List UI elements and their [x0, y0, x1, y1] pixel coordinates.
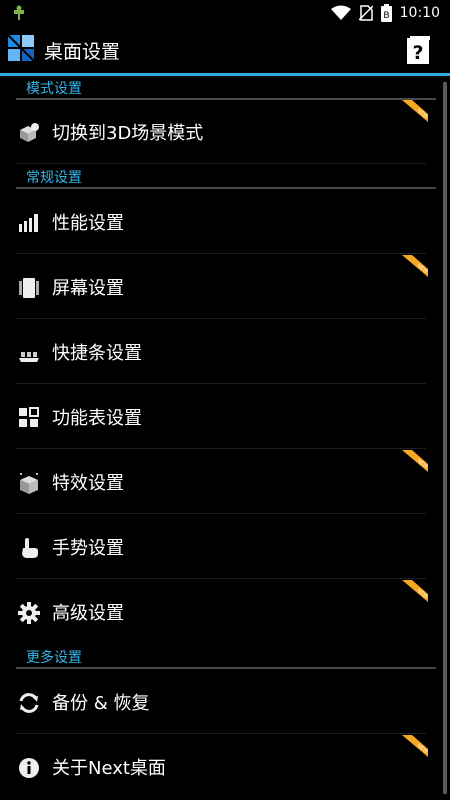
setting-item-app-drawer[interactable]: 功能表设置 [0, 385, 440, 449]
performance-bars-icon [19, 214, 38, 232]
section-header-label: 更多设置 [26, 650, 82, 666]
setting-item-label: 高级设置 [52, 603, 124, 624]
setting-item-label: 切换到3D场景模式 [52, 123, 204, 144]
setting-item-label: 备份 & 恢复 [52, 693, 150, 714]
section-header-more: 更多设置 [16, 645, 436, 669]
setting-item-label: 快捷条设置 [52, 343, 142, 364]
svg-text:NEW: NEW [416, 588, 428, 600]
new-badge-icon: NEW [402, 580, 428, 602]
row-divider [16, 578, 426, 579]
section-divider [16, 667, 436, 669]
row-divider [16, 163, 426, 164]
setting-item-label: 特效设置 [52, 473, 124, 494]
section-header-general: 常规设置 [16, 165, 436, 189]
new-badge-icon: NEW [402, 450, 428, 472]
svg-text:NEW: NEW [416, 108, 428, 120]
battery-icon: B [380, 4, 392, 22]
effects-cube-icon [20, 473, 38, 494]
setting-item-label: 手势设置 [52, 538, 124, 559]
row-divider [16, 448, 426, 449]
section-divider [16, 187, 436, 189]
setting-item-gesture[interactable]: 手势设置 [0, 515, 440, 579]
wifi-icon [330, 5, 351, 20]
next-launcher-icon[interactable] [6, 33, 36, 63]
setting-item-screen[interactable]: 屏幕设置 NEW [0, 255, 440, 319]
gesture-hand-icon [22, 538, 38, 558]
new-badge-icon: NEW [402, 735, 428, 757]
setting-item-label: 关于Next桌面 [52, 758, 166, 779]
backup-restore-icon [19, 693, 39, 713]
dock-icon [19, 352, 39, 362]
gear-icon [18, 602, 40, 624]
info-icon [19, 758, 39, 778]
svg-text:NEW: NEW [416, 263, 428, 275]
setting-item-3d-mode[interactable]: 切换到3D场景模式 NEW [0, 100, 440, 164]
page-title: 桌面设置 [44, 41, 121, 63]
setting-item-label: 性能设置 [52, 213, 124, 234]
scrollbar[interactable] [443, 82, 447, 794]
status-time: 10:10 [399, 5, 440, 21]
section-header-label: 常规设置 [26, 170, 82, 186]
status-bar: B 10:10 [0, 0, 450, 26]
row-divider [16, 733, 426, 734]
setting-item-effects[interactable]: 特效设置 NEW [0, 450, 440, 514]
section-header-mode: 模式设置 [16, 76, 436, 100]
help-icon[interactable]: ? [406, 35, 432, 65]
row-divider [16, 253, 426, 254]
setting-item-label: 功能表设置 [52, 408, 142, 429]
android-debug-icon [14, 5, 24, 20]
no-sim-icon [358, 5, 373, 21]
screen-icon [19, 278, 39, 298]
setting-item-advanced[interactable]: 高级设置 NEW [0, 580, 440, 644]
settings-list: 模式设置 切换到3D场景模式 NEW 常规设置 性能设置 屏幕设置 NEW 快捷… [0, 76, 450, 800]
svg-text:?: ? [412, 42, 423, 64]
setting-item-label: 屏幕设置 [52, 278, 124, 299]
setting-item-performance[interactable]: 性能设置 [0, 190, 440, 254]
row-divider [16, 513, 426, 514]
3d-mode-icon [20, 123, 39, 142]
setting-item-dock[interactable]: 快捷条设置 [0, 320, 440, 384]
svg-text:NEW: NEW [416, 743, 428, 755]
svg-text:B: B [383, 11, 389, 21]
new-badge-icon: NEW [402, 255, 428, 277]
app-drawer-grid-icon [19, 407, 39, 427]
svg-text:NEW: NEW [416, 458, 428, 470]
setting-item-backup-restore[interactable]: 备份 & 恢复 [0, 670, 440, 734]
section-header-label: 模式设置 [26, 81, 82, 97]
row-divider [16, 383, 426, 384]
new-badge-icon: NEW [402, 100, 428, 122]
action-bar: 桌面设置 ? [0, 26, 450, 73]
setting-item-about[interactable]: 关于Next桌面 NEW [0, 735, 440, 799]
row-divider [16, 318, 426, 319]
